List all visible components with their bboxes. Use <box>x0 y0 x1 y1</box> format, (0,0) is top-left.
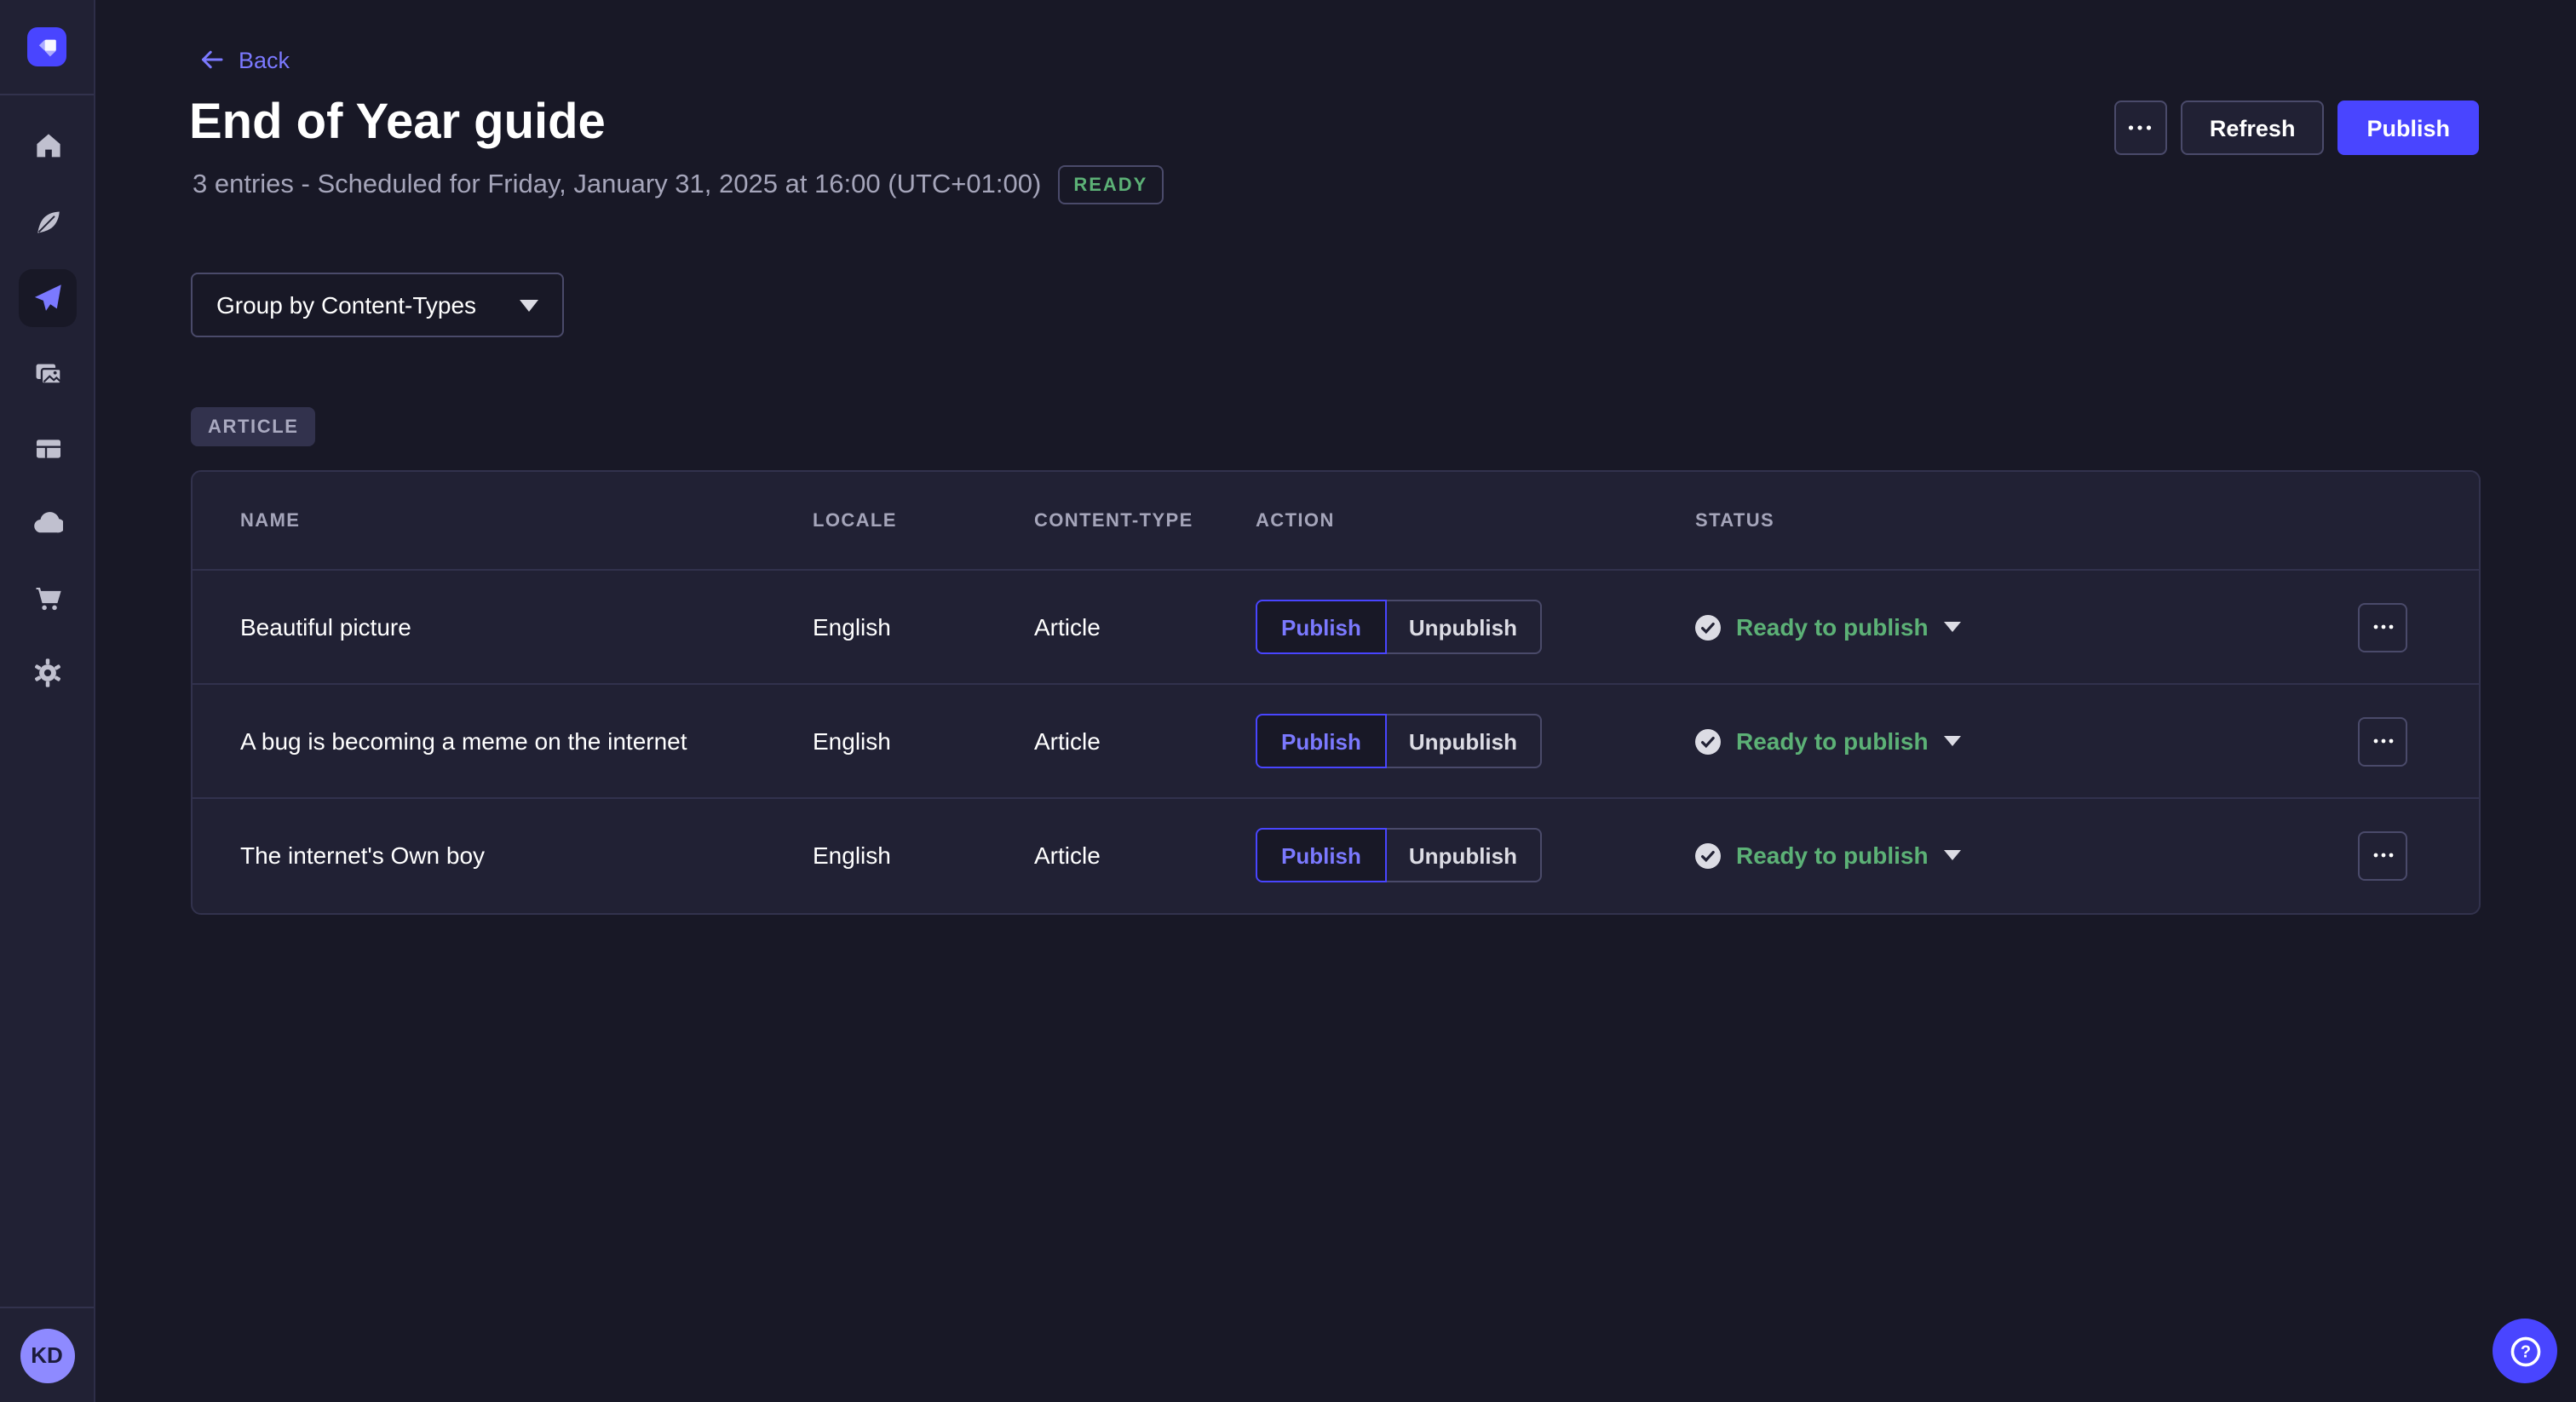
gear-icon <box>32 658 63 688</box>
sidebar-item-deploy[interactable] <box>19 494 77 552</box>
chevron-down-icon <box>520 299 538 311</box>
table-header-row: NAME LOCALE CONTENT-TYPE ACTION STATUS <box>193 472 2479 569</box>
entry-status-label: Ready to publish <box>1736 842 1929 869</box>
entry-status-label: Ready to publish <box>1736 727 1929 755</box>
group-by-label: Group by Content-Types <box>216 291 476 319</box>
column-header-content-type: CONTENT-TYPE <box>1034 510 1256 531</box>
sidebar-item-marketplace[interactable] <box>19 569 77 627</box>
row-more-button[interactable] <box>2358 830 2407 880</box>
sidebar-item-content-type-builder[interactable] <box>19 419 77 477</box>
sidebar: KD <box>0 0 95 1402</box>
sidebar-item-home[interactable] <box>19 116 77 174</box>
sidebar-item-releases[interactable] <box>19 269 77 327</box>
ellipsis-icon <box>2372 623 2393 630</box>
cart-icon <box>33 583 62 612</box>
check-circle-icon <box>1695 842 1721 868</box>
row-more-button[interactable] <box>2358 716 2407 766</box>
subtitle-row: 3 entries - Scheduled for Friday, Januar… <box>193 162 1163 208</box>
strapi-logo-icon <box>28 28 66 66</box>
chevron-down-icon <box>1944 736 1961 746</box>
publish-release-button[interactable]: Publish <box>2337 101 2479 155</box>
entry-content-type: Article <box>1034 727 1256 755</box>
paper-plane-icon <box>32 283 63 313</box>
table-row: A bug is becoming a meme on the internet… <box>193 683 2479 797</box>
release-more-button[interactable] <box>2114 101 2167 155</box>
column-header-name: NAME <box>240 510 813 531</box>
avatar[interactable]: KD <box>20 1328 74 1382</box>
column-header-status: STATUS <box>1695 510 2358 531</box>
app-root: KD Back End of Year guide 3 entries - Sc… <box>0 0 2576 1402</box>
row-more-button[interactable] <box>2358 602 2407 652</box>
check-circle-icon <box>1695 728 1721 754</box>
back-label: Back <box>239 47 290 72</box>
entry-locale: English <box>813 613 1034 641</box>
group-badge-article: ARTICLE <box>191 407 316 446</box>
row-publish-button[interactable]: Publish <box>1256 600 1387 654</box>
ellipsis-icon <box>2129 124 2153 131</box>
action-segmented-control: Publish Unpublish <box>1256 828 1695 882</box>
table-row: The internet's Own boy English Article P… <box>193 797 2479 911</box>
ellipsis-icon <box>2372 738 2393 744</box>
check-circle-icon <box>1695 614 1721 640</box>
entry-status-dropdown[interactable]: Ready to publish <box>1695 613 2358 641</box>
entries-table: NAME LOCALE CONTENT-TYPE ACTION STATUS B… <box>191 470 2481 915</box>
chevron-down-icon <box>1944 850 1961 860</box>
chevron-down-icon <box>1944 622 1961 632</box>
entry-status-dropdown[interactable]: Ready to publish <box>1695 727 2358 755</box>
sidebar-item-media-library[interactable] <box>19 344 77 402</box>
row-publish-button[interactable]: Publish <box>1256 714 1387 768</box>
media-library-icon <box>33 359 62 388</box>
back-link[interactable]: Back <box>198 46 290 73</box>
layout-icon <box>33 434 62 463</box>
action-segmented-control: Publish Unpublish <box>1256 714 1695 768</box>
svg-text:?: ? <box>2520 1342 2530 1361</box>
entry-locale: English <box>813 842 1034 869</box>
action-segmented-control: Publish Unpublish <box>1256 600 1695 654</box>
row-unpublish-button[interactable]: Unpublish <box>1387 828 1541 882</box>
back-arrow-icon <box>198 46 225 73</box>
logo-section <box>0 0 94 95</box>
row-publish-button[interactable]: Publish <box>1256 828 1387 882</box>
home-icon <box>33 130 62 159</box>
group-by-select[interactable]: Group by Content-Types <box>191 273 564 337</box>
entry-name: The internet's Own boy <box>240 842 813 869</box>
entry-name: Beautiful picture <box>240 613 813 641</box>
strapi-logo[interactable] <box>27 27 66 66</box>
help-button[interactable]: ? <box>2493 1319 2557 1383</box>
entry-name: A bug is becoming a meme on the internet <box>240 727 813 755</box>
sidebar-item-settings[interactable] <box>19 644 77 702</box>
sidebar-item-content[interactable] <box>19 192 77 250</box>
column-header-locale: LOCALE <box>813 510 1034 531</box>
entry-content-type: Article <box>1034 613 1256 641</box>
question-mark-icon: ? <box>2507 1333 2543 1369</box>
entry-content-type: Article <box>1034 842 1256 869</box>
feather-icon <box>33 207 62 236</box>
page-subtitle: 3 entries - Scheduled for Friday, Januar… <box>193 170 1041 200</box>
ellipsis-icon <box>2372 852 2393 859</box>
header-actions: Refresh Publish <box>2114 101 2479 155</box>
avatar-section: KD <box>0 1307 94 1402</box>
row-unpublish-button[interactable]: Unpublish <box>1387 600 1541 654</box>
row-unpublish-button[interactable]: Unpublish <box>1387 714 1541 768</box>
cloud-icon <box>32 508 63 538</box>
entry-locale: English <box>813 727 1034 755</box>
table-row: Beautiful picture English Article Publis… <box>193 569 2479 683</box>
status-badge: READY <box>1058 165 1163 204</box>
column-header-action: ACTION <box>1256 510 1695 531</box>
page-title: End of Year guide <box>189 95 606 152</box>
entry-status-label: Ready to publish <box>1736 613 1929 641</box>
entry-status-dropdown[interactable]: Ready to publish <box>1695 842 2358 869</box>
refresh-button[interactable]: Refresh <box>2181 101 2325 155</box>
